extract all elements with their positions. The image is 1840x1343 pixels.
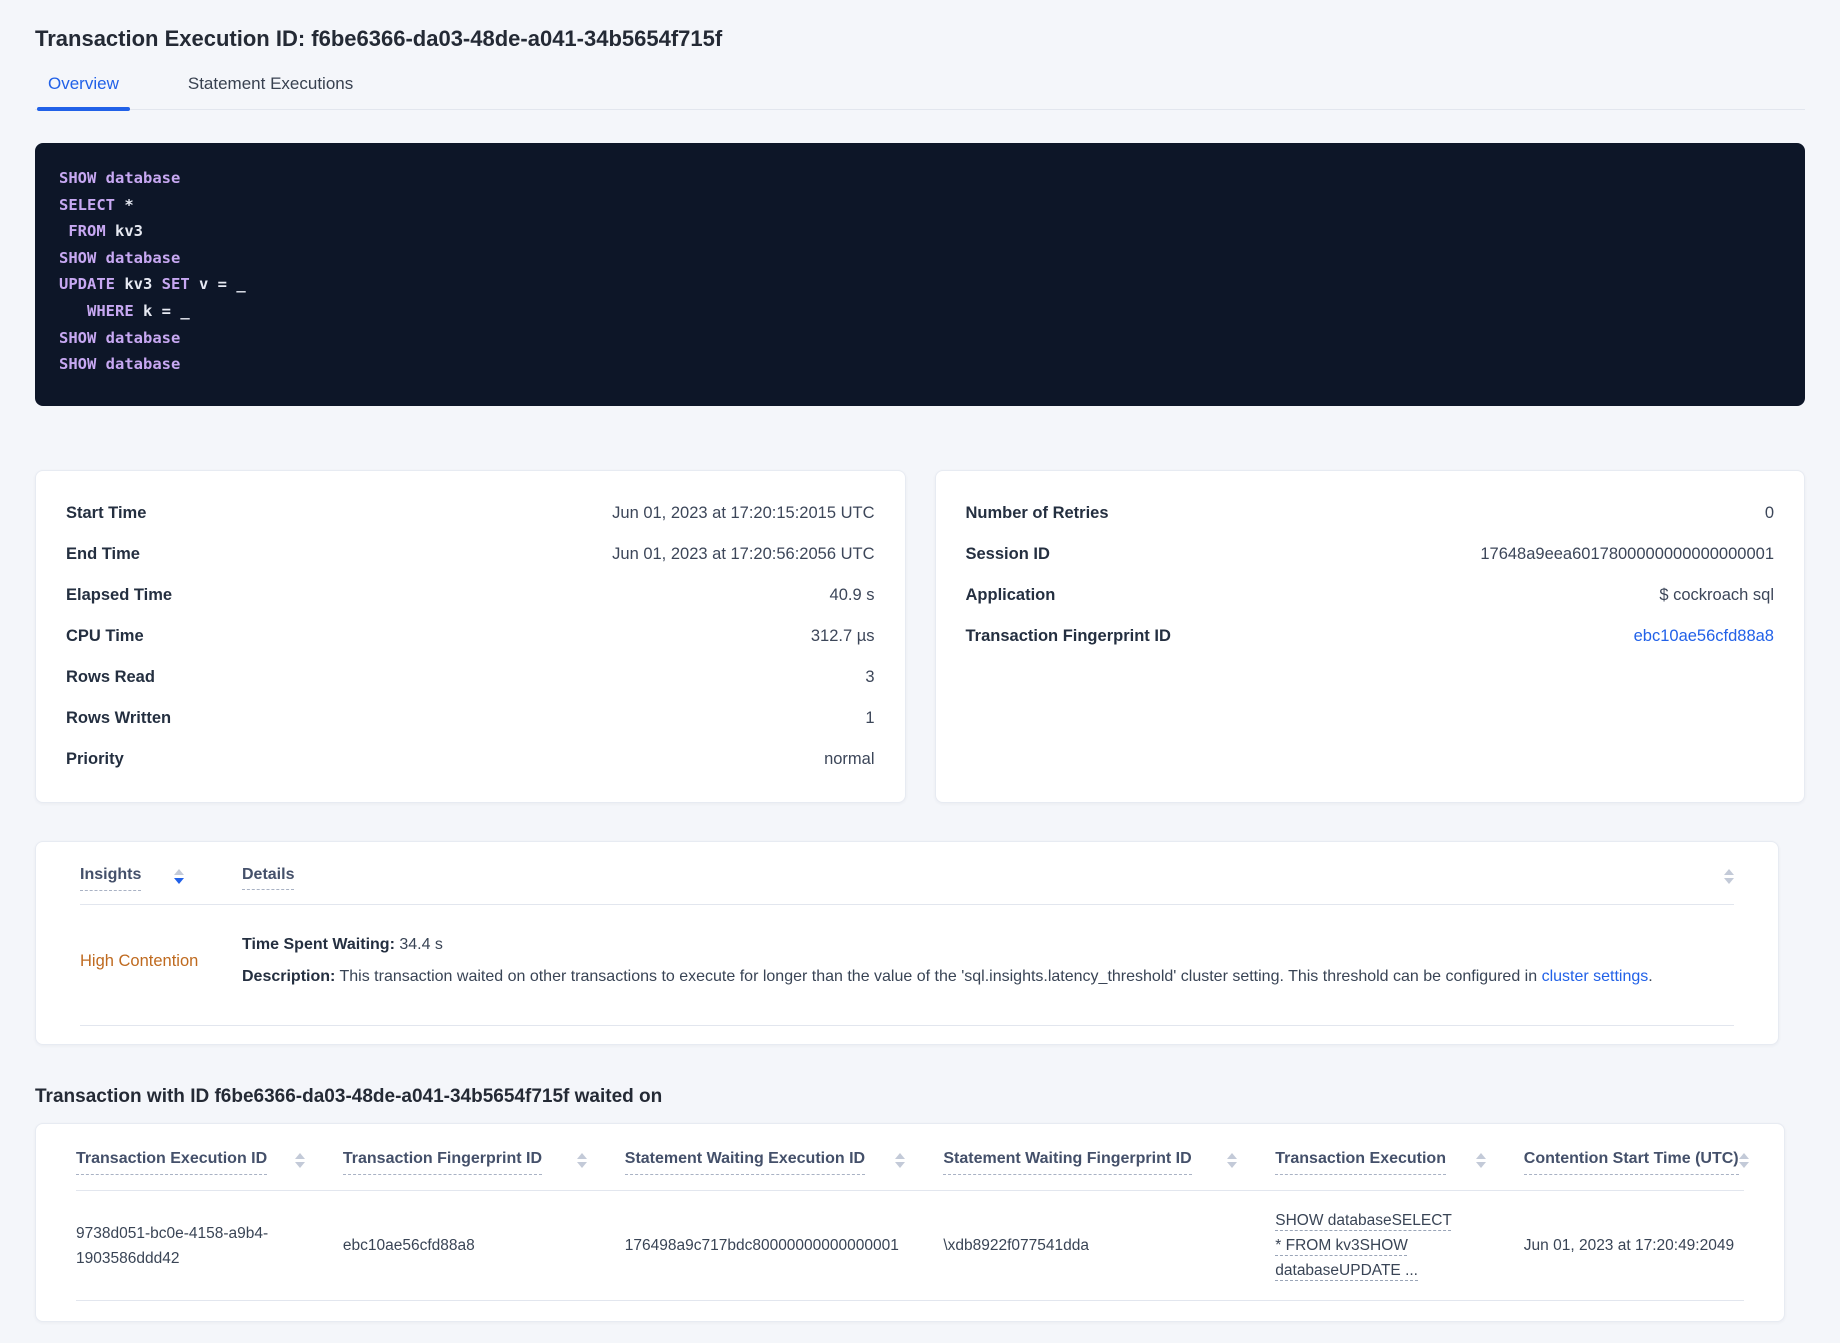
- summary-row-end-time: End Time Jun 01, 2023 at 17:20:56:2056 U…: [66, 534, 875, 575]
- waited-on-table-card: Transaction Execution ID Transaction Fin…: [35, 1123, 1785, 1322]
- transaction-fingerprint-link[interactable]: ebc10ae56cfd88a8: [1634, 627, 1774, 646]
- insights-column-label[interactable]: Insights: [80, 866, 142, 891]
- waited-on-heading: Transaction with ID f6be6366-da03-48de-a…: [35, 1086, 663, 1107]
- column-header-transaction-fingerprint-id[interactable]: Transaction Fingerprint ID: [342, 1150, 625, 1175]
- insights-column-header[interactable]: Insights: [80, 866, 242, 891]
- row-label: Elapsed Time: [66, 586, 173, 604]
- summary-row-cpu-time: CPU Time 312.7 µs: [66, 616, 875, 657]
- row-value: 1: [865, 709, 875, 727]
- column-header-contention-start-time[interactable]: Contention Start Time (UTC): [1523, 1150, 1749, 1175]
- summary-row-session-id: Session ID 17648a9eea6017800000000000000…: [966, 534, 1775, 575]
- row-value: 3: [865, 668, 875, 686]
- sort-arrows-icon[interactable]: [1475, 1153, 1486, 1168]
- sort-arrows-icon[interactable]: [1227, 1153, 1238, 1168]
- cell-contention-start-time: Jun 01, 2023 at 17:20:49:2049: [1523, 1237, 1735, 1254]
- row-value: 312.7 µs: [810, 627, 875, 645]
- summary-row-priority: Priority normal: [66, 739, 875, 780]
- waited-on-table-header: Transaction Execution ID Transaction Fin…: [76, 1124, 1749, 1191]
- row-label: Application: [965, 586, 1056, 604]
- row-label: Start Time: [66, 504, 147, 522]
- insight-row: High Contention Time Spent Waiting: 34.4…: [80, 905, 1734, 1026]
- details-column-header[interactable]: Details: [242, 866, 295, 890]
- column-header-statement-waiting-fingerprint-id[interactable]: Statement Waiting Fingerprint ID: [943, 1150, 1275, 1175]
- insights-table-card: Insights Details High Contention Time Sp…: [35, 841, 1779, 1045]
- page-title: Transaction Execution ID: f6be6366-da03-…: [35, 26, 723, 51]
- row-value: Jun 01, 2023 at 17:20:15:2015 UTC: [612, 504, 875, 522]
- sql-statements: SHOW database SELECT * FROM kv3 SHOW datab…: [59, 169, 246, 374]
- row-value: $ cockroach sql: [1659, 586, 1774, 604]
- column-header-transaction-execution[interactable]: Transaction Execution: [1275, 1150, 1524, 1175]
- row-value: normal: [824, 750, 875, 768]
- sort-arrows-icon[interactable]: [294, 1153, 305, 1168]
- summary-row-rows-read: Rows Read 3: [66, 657, 875, 698]
- details-column-label[interactable]: Details: [242, 866, 295, 890]
- time-spent-waiting: Time Spent Waiting: 34.4 s: [242, 936, 443, 953]
- sort-arrows-icon[interactable]: [1724, 869, 1734, 884]
- sort-arrows-icon[interactable]: [1738, 1153, 1749, 1168]
- insight-details: Time Spent Waiting: 34.4 s Description: …: [242, 929, 1734, 993]
- column-header-statement-waiting-execution-id[interactable]: Statement Waiting Execution ID: [624, 1150, 944, 1175]
- transaction-details-page: Transaction Execution ID: f6be6366-da03-…: [0, 25, 1840, 1322]
- column-header-transaction-execution-id[interactable]: Transaction Execution ID: [76, 1150, 343, 1175]
- sort-arrows-icon[interactable]: [895, 1153, 906, 1168]
- row-value: Jun 01, 2023 at 17:20:56:2056 UTC: [612, 545, 875, 563]
- row-label: Session ID: [965, 545, 1050, 563]
- session-summary-card: Number of Retries 0 Session ID 17648a9ee…: [934, 470, 1805, 803]
- insights-table-header: Insights Details: [80, 842, 1734, 905]
- sort-arrows-icon[interactable]: [174, 869, 185, 884]
- summary-row-start-time: Start Time Jun 01, 2023 at 17:20:15:2015…: [66, 493, 875, 534]
- row-value: 17648a9eea6017800000000000000001: [1480, 545, 1774, 563]
- cell-transaction-execution: SHOW databaseSELECT * FROM kv3SHOW datab…: [1275, 1208, 1524, 1283]
- cell-transaction-fingerprint-id: ebc10ae56cfd88a8: [342, 1237, 475, 1254]
- insight-type-label: High Contention: [80, 951, 199, 970]
- row-label: Rows Written: [66, 709, 172, 727]
- row-label: End Time: [66, 545, 140, 563]
- row-label: Number of Retries: [965, 504, 1109, 522]
- cell-statement-waiting-execution-id: 176498a9c717bdc80000000000000001: [624, 1237, 899, 1254]
- cell-statement-waiting-fingerprint-id: \xdb8922f077541dda: [943, 1237, 1090, 1254]
- cluster-settings-link[interactable]: cluster settings: [1542, 968, 1649, 985]
- execution-summary-card: Start Time Jun 01, 2023 at 17:20:15:2015…: [35, 470, 906, 803]
- table-row: 9738d051-bc0e-4158-a9b4-1903586ddd42 ebc…: [76, 1191, 1744, 1301]
- cell-transaction-execution-id: 9738d051-bc0e-4158-a9b4-1903586ddd42: [76, 1224, 269, 1267]
- row-value: 40.9 s: [829, 586, 875, 604]
- sort-arrows-icon[interactable]: [576, 1153, 587, 1168]
- tab-statement-executions[interactable]: Statement Executions: [177, 73, 364, 109]
- summary-row-application: Application $ cockroach sql: [966, 575, 1775, 616]
- row-label: Priority: [66, 750, 124, 768]
- row-label: Transaction Fingerprint ID: [965, 627, 1171, 645]
- insight-description: Description: This transaction waited on …: [242, 968, 1653, 985]
- summary-cards: Start Time Jun 01, 2023 at 17:20:15:2015…: [35, 470, 1805, 803]
- summary-row-rows-written: Rows Written 1: [66, 698, 875, 739]
- row-value: 0: [1764, 504, 1774, 522]
- row-label: CPU Time: [66, 627, 144, 645]
- transaction-execution-link[interactable]: SHOW databaseSELECT * FROM kv3SHOW datab…: [1275, 1208, 1453, 1283]
- transaction-sql-box: SHOW database SELECT * FROM kv3 SHOW datab…: [35, 143, 1805, 406]
- summary-row-transaction-fingerprint-id: Transaction Fingerprint ID ebc10ae56cfd8…: [966, 616, 1775, 657]
- summary-row-retries: Number of Retries 0: [966, 493, 1775, 534]
- tab-bar: Overview Statement Executions: [35, 73, 1805, 111]
- tab-overview[interactable]: Overview: [37, 73, 130, 111]
- row-label: Rows Read: [66, 668, 155, 686]
- summary-row-elapsed-time: Elapsed Time 40.9 s: [66, 575, 875, 616]
